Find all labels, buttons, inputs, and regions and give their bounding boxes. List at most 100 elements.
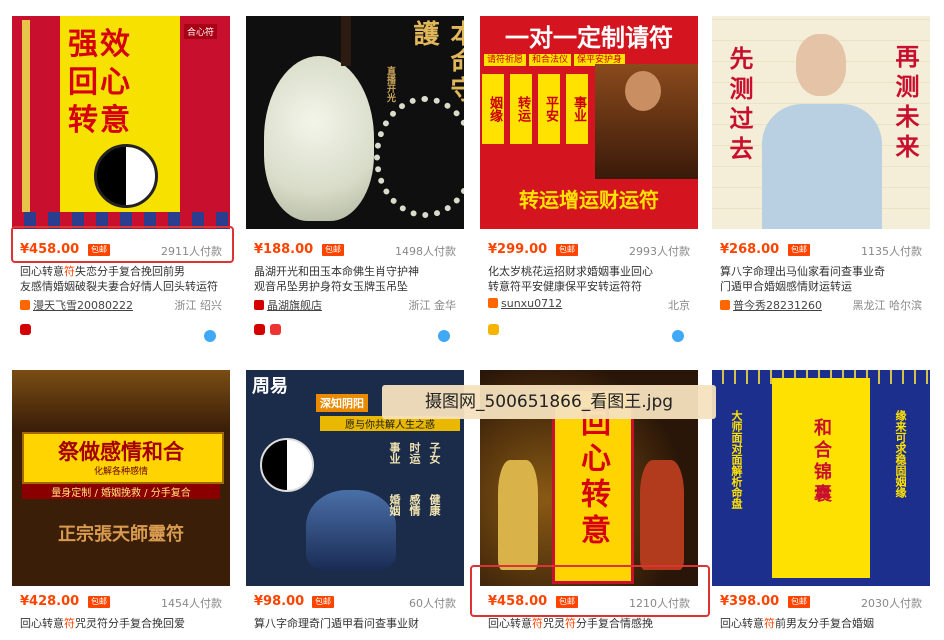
shop-icon <box>720 300 730 310</box>
price: ¥98.00 <box>254 594 305 609</box>
paid-count: 1135人付款 <box>861 245 922 258</box>
title-line-2: 转意符平安健康保平安转运符符 <box>488 280 642 293</box>
price-row: ¥398.00 包邮 2030人付款 <box>720 592 926 612</box>
deity-statue-left <box>498 460 538 570</box>
yin-yang-icon <box>260 438 314 492</box>
shop-name[interactable]: 晶湖旗舰店 <box>267 299 322 312</box>
title-text: 回心转意 <box>20 265 64 278</box>
img-col: 姻缘 <box>482 74 504 144</box>
img-main-text: 祭做感情和合 <box>58 439 184 464</box>
title-highlight: 符 <box>764 617 775 630</box>
shop-icon <box>254 300 264 310</box>
title-text-2: 失恋分手复合挽回前男 <box>75 265 185 278</box>
img-main-text: 强效 回心 转意 <box>68 27 132 138</box>
img-col: 平安 <box>538 74 560 144</box>
product-image[interactable]: 一对一定制请符 请符祈愿 和合法仪 保平安护身 姻缘 转运 平安 事业 转运增运财运… <box>480 16 698 229</box>
yin-yang-icon <box>94 144 158 208</box>
master-body <box>762 104 882 229</box>
product-title[interactable]: 回心转意符咒灵符分手复合情感挽 <box>488 616 693 632</box>
price-highlight-box-2 <box>470 565 710 617</box>
title-line-2: 门遁甲合婚姻感情财运转运 <box>720 280 852 293</box>
master-face <box>625 71 661 111</box>
img-left-text: 先测过去 <box>725 46 754 166</box>
paid-count: 60人付款 <box>409 597 456 610</box>
price-row: ¥268.00 包邮 1135人付款 <box>720 240 926 260</box>
title-text: 化太岁桃花运招财求婚姻事业回心 <box>488 265 653 278</box>
img-col: 健康 <box>428 494 441 516</box>
wangwang-chat-icon[interactable] <box>204 330 216 342</box>
shop-icon <box>20 300 30 310</box>
product-title[interactable]: 算八字命理奇门遁甲看问查事业财 <box>254 616 459 632</box>
title-highlight: 符 <box>64 265 75 278</box>
location: 黑龙江 哈尔滨 <box>852 299 923 312</box>
location: 浙江 绍兴 <box>174 299 223 312</box>
paid-count: 1454人付款 <box>161 597 222 610</box>
img-right-text: 缘来可求稳固姻缘 <box>894 410 907 498</box>
img-main-text: 和合锦囊 <box>811 418 832 506</box>
img-tag: 直播开光 <box>385 66 395 102</box>
price: ¥268.00 <box>720 242 780 257</box>
price-row: ¥299.00 包邮 2993人付款 <box>488 240 694 260</box>
shipping-badge: 包邮 <box>312 596 334 608</box>
title-text: 算八字命理奇门遁甲看问查事业财 <box>254 617 419 630</box>
title-text: 回心转意 <box>488 617 532 630</box>
title-text-2: 前男友分手复合婚姻 <box>775 617 874 630</box>
product-title[interactable]: 晶湖开光和田玉本命佛生肖守护神 观音吊坠男护身符女玉牌玉吊坠 <box>254 264 459 294</box>
shop-row: 普今秀28231260 黑龙江 哈尔滨 <box>720 297 926 313</box>
location: 北京 <box>668 299 690 312</box>
master-head <box>796 34 846 96</box>
product-title[interactable]: 化太岁桃花运招财求婚姻事业回心 转意符平安健康保平安转运符符 <box>488 264 693 294</box>
product-image[interactable]: 和合锦囊 大师面对面解析命盘 缘来可求稳固姻缘 <box>712 370 930 586</box>
title-highlight: 符 <box>64 617 75 630</box>
product-image[interactable]: 祭做感情和合 化解各种感情 量身定制 / 婚姻挽救 / 分手复合 正宗張天師靈符 <box>12 370 230 586</box>
title-text: 回心转意 <box>720 617 764 630</box>
img-sub-text: 转运增运财运符 <box>519 188 659 212</box>
img-col: 子女 <box>428 442 441 464</box>
shipping-badge: 包邮 <box>322 244 344 256</box>
img-right-text: 再测未来 <box>891 44 920 164</box>
shop-icon <box>488 298 498 308</box>
shop-name[interactable]: 普今秀28231260 <box>733 299 822 312</box>
shop-row: 漫天飞雪20080222 浙江 绍兴 <box>20 297 226 313</box>
paid-count: 2030人付款 <box>861 597 922 610</box>
crown-seller-icon <box>488 324 499 335</box>
title-highlight: 符 <box>532 617 543 630</box>
incense-burner-icon <box>306 490 396 570</box>
jade-pendant-icon <box>264 56 374 221</box>
shipping-badge: 包邮 <box>788 596 810 608</box>
title-text: 算八字命理出马仙家看问查事业奇 <box>720 265 885 278</box>
deity-statue-right <box>640 460 684 570</box>
shop-name[interactable]: 漫天飞雪20080222 <box>33 299 133 312</box>
product-title[interactable]: 回心转意符前男友分手复合婚姻 <box>720 616 925 632</box>
img-col: 事业 <box>388 442 401 464</box>
product-image[interactable]: 本命守護 直播开光 <box>246 16 464 229</box>
img-tag: 合心符 <box>184 24 218 39</box>
price: ¥299.00 <box>488 242 548 257</box>
tmall-icon <box>20 324 31 335</box>
shipping-badge: 包邮 <box>88 596 110 608</box>
img-col: 婚姻 <box>388 494 401 516</box>
price: ¥428.00 <box>20 594 80 609</box>
img-main-text: 一对一定制请符 <box>505 23 673 52</box>
title-text-2: 咒灵符分手复合挽回爱 <box>75 617 185 630</box>
shipping-badge: 包邮 <box>788 244 810 256</box>
img-col: 时运 <box>408 442 421 464</box>
shop-row: 晶湖旗舰店 浙江 金华 <box>254 297 460 313</box>
title-text: 回心转意 <box>20 617 64 630</box>
wangwang-chat-icon[interactable] <box>438 330 450 342</box>
img-row-text: 量身定制 / 婚姻挽救 / 分手复合 <box>22 484 220 499</box>
chip: 请符祈愿 <box>484 54 527 66</box>
img-bottom-text: 正宗張天師靈符 <box>58 524 184 545</box>
product-title[interactable]: 算八字命理出马仙家看问查事业奇 门遁甲合婚姻感情财运转运 <box>720 264 925 294</box>
price-row: ¥188.00 包邮 1498人付款 <box>254 240 460 260</box>
product-title[interactable]: 回心转意符失恋分手复合挽回前男 友感情婚姻破裂夫妻合好情人回头转运符 <box>20 264 225 294</box>
img-main-text: 回心转意 <box>575 406 610 550</box>
price-highlight-box-1 <box>11 226 234 263</box>
product-image[interactable]: 先测过去 再测未来 <box>712 16 930 229</box>
product-image[interactable]: 强效 回心 转意 合心符 <box>12 16 230 229</box>
wangwang-chat-icon[interactable] <box>672 330 684 342</box>
price-row: ¥428.00 包邮 1454人付款 <box>20 592 226 612</box>
product-title[interactable]: 回心转意符咒灵符分手复合挽回爱 <box>20 616 225 632</box>
shop-row: sunxu0712 北京 <box>488 297 694 313</box>
shop-name[interactable]: sunxu0712 <box>501 297 562 310</box>
